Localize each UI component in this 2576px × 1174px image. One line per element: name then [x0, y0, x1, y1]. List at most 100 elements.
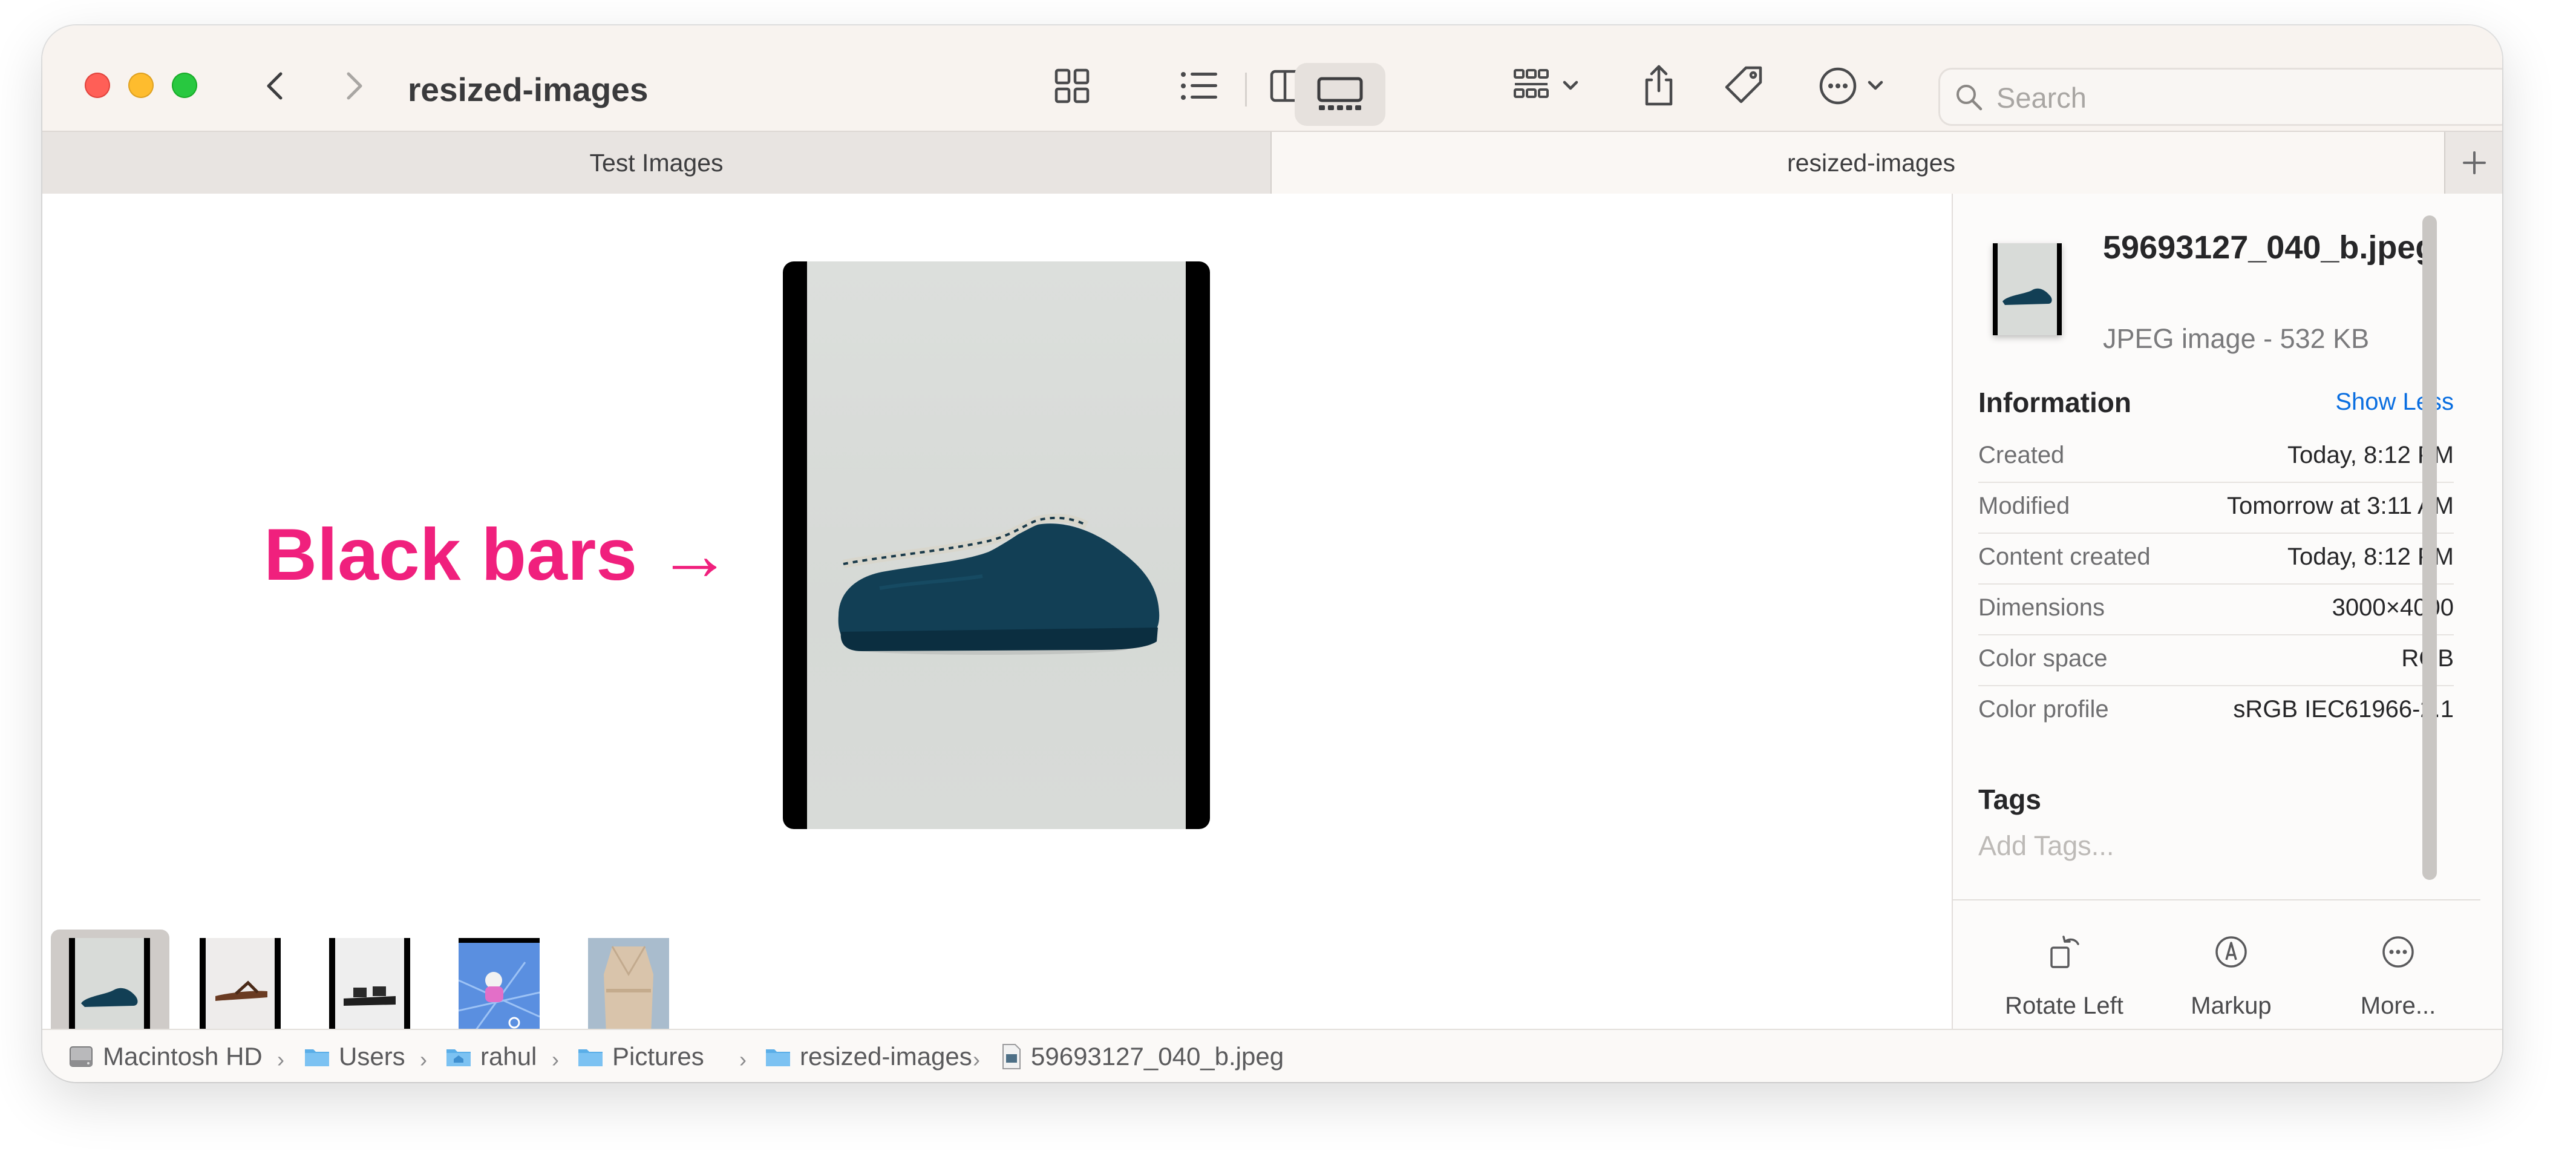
path-label: Pictures	[612, 1042, 704, 1071]
path-chevron-icon: ›	[277, 1047, 284, 1072]
thumbnail-1[interactable]	[69, 938, 150, 1042]
path-bar: Macintosh HD › Users › rahul › Pictures …	[42, 1029, 2502, 1082]
image-preview[interactable]	[783, 261, 1210, 829]
info-key: Content created	[1978, 543, 2151, 570]
path-label: Users	[339, 1042, 405, 1071]
more-button[interactable]: More...	[2319, 931, 2477, 1020]
info-key: Color profile	[1978, 696, 2109, 723]
folder-icon	[766, 1049, 790, 1066]
list-icon	[1181, 72, 1217, 100]
path-macintosh-hd[interactable]: Macintosh HD	[67, 1030, 263, 1082]
path-chevron-icon: ›	[973, 1047, 980, 1072]
inspector-scrollbar[interactable]	[2422, 215, 2437, 880]
tags-heading: Tags	[1978, 784, 2041, 815]
path-rahul[interactable]: rahul	[444, 1030, 537, 1082]
forward-button[interactable]	[335, 68, 371, 104]
search-icon	[1957, 85, 1983, 111]
minimize-button[interactable]	[128, 73, 154, 98]
info-value: Tomorrow at 3:11 AM	[2227, 493, 2454, 519]
jpeg-file-icon	[1002, 1044, 1021, 1069]
thumbnail-toy	[459, 943, 540, 1038]
new-tab-button[interactable]	[2444, 132, 2502, 194]
tab-bar: Test Images resized-images	[42, 131, 2502, 195]
thumbnail-strip	[42, 925, 1952, 1048]
info-value: sRGB IEC61966-2.1	[2233, 696, 2454, 723]
search-placeholder: Search	[1996, 82, 2087, 114]
thumbnail-coat	[588, 938, 669, 1042]
action-label: Rotate Left	[2005, 992, 2123, 1019]
zoom-button[interactable]	[172, 73, 197, 98]
slipper-image	[838, 513, 1160, 655]
action-label: More...	[2360, 992, 2436, 1019]
toolbar-separator	[1245, 73, 1247, 107]
icon-view-button[interactable]	[1048, 62, 1096, 110]
info-row-content-created: Content created Today, 8:12 PM	[1978, 533, 2454, 585]
home-folder-icon	[446, 1049, 471, 1066]
info-row-modified: Modified Tomorrow at 3:11 AM	[1978, 482, 2454, 534]
chevron-down-icon	[1868, 80, 1883, 90]
chevron-down-icon	[1563, 80, 1578, 90]
thumbnail-3[interactable]	[329, 938, 410, 1042]
toolbar: resized-images Search	[42, 25, 2502, 131]
thumbnail-4[interactable]	[459, 938, 540, 1042]
path-label: 59693127_040_b.jpeg	[1031, 1042, 1284, 1071]
group-icon	[1514, 69, 1578, 98]
thumbnail-slipper	[75, 938, 144, 1042]
info-key: Created	[1978, 442, 2065, 468]
search-field[interactable]: Search	[1938, 68, 2502, 126]
window-title: resized-images	[408, 71, 649, 108]
share-icon	[1645, 65, 1673, 106]
info-row-color-profile: Color profile sRGB IEC61966-2.1	[1978, 685, 2454, 736]
share-button[interactable]	[1635, 62, 1683, 110]
plus-icon	[2463, 151, 2486, 174]
path-file[interactable]: 59693127_040_b.jpeg	[999, 1030, 1284, 1082]
inspector-slipper-thumbnail	[1998, 243, 2057, 335]
action-label: Markup	[2191, 992, 2272, 1019]
preview-inspector: 59693127_040_b.jpeg JPEG image - 532 KB …	[1952, 194, 2502, 1029]
close-button[interactable]	[85, 73, 110, 98]
gallery-icon	[1317, 77, 1363, 110]
hard-drive-icon	[70, 1046, 93, 1067]
tag-icon	[1725, 66, 1762, 103]
thumbnail-2[interactable]	[200, 938, 281, 1042]
info-row-created: Created Today, 8:12 PM	[1978, 431, 2454, 483]
path-label: Macintosh HD	[103, 1042, 263, 1071]
path-label: rahul	[480, 1042, 537, 1071]
list-view-button[interactable]	[1175, 62, 1223, 110]
markup-icon	[2215, 936, 2247, 968]
path-label: resized-images	[800, 1042, 972, 1071]
rotate-left-button[interactable]: Rotate Left	[1986, 931, 2143, 1020]
path-chevron-icon: ›	[739, 1047, 747, 1072]
path-users[interactable]: Users	[302, 1030, 405, 1082]
path-pictures[interactable]: Pictures	[576, 1030, 704, 1082]
file-kind-size: JPEG image - 532 KB	[2103, 323, 2370, 354]
chevron-left-icon	[267, 72, 283, 100]
ellipsis-circle-icon	[1819, 67, 1883, 105]
tab-test-images[interactable]: Test Images	[42, 132, 1272, 194]
info-key: Modified	[1978, 493, 2070, 519]
tags-button[interactable]	[1719, 62, 1768, 110]
black-bars-annotation: Black bars →	[264, 513, 732, 595]
rotate-left-icon	[2050, 936, 2079, 968]
grid-icon	[1054, 68, 1090, 103]
info-row-dimensions: Dimensions 3000×4000	[1978, 583, 2454, 635]
add-tags-field[interactable]: Add Tags...	[1978, 830, 2114, 862]
thumbnail-flip-flop	[206, 938, 275, 1042]
chevron-right-icon	[347, 72, 362, 100]
thumbnail-5[interactable]	[588, 938, 669, 1042]
group-by-button[interactable]	[1506, 62, 1597, 110]
path-chevron-icon: ›	[552, 1047, 559, 1072]
action-menu-button[interactable]	[1811, 62, 1902, 110]
information-heading: Information	[1978, 387, 2131, 418]
path-resized-images[interactable]: resized-images	[763, 1030, 972, 1082]
back-button[interactable]	[258, 68, 294, 104]
folder-icon	[305, 1049, 329, 1066]
preview-photo	[807, 261, 1186, 829]
inspector-thumbnail	[1993, 243, 2062, 335]
thumbnail-sandal	[335, 938, 404, 1042]
markup-button[interactable]: Markup	[2153, 931, 2310, 1020]
gallery-view-button[interactable]	[1295, 63, 1385, 126]
path-chevron-icon: ›	[420, 1047, 427, 1072]
finder-window: resized-images Search Test Images resize…	[42, 25, 2502, 1082]
tab-resized-images[interactable]: resized-images	[1272, 132, 2471, 194]
